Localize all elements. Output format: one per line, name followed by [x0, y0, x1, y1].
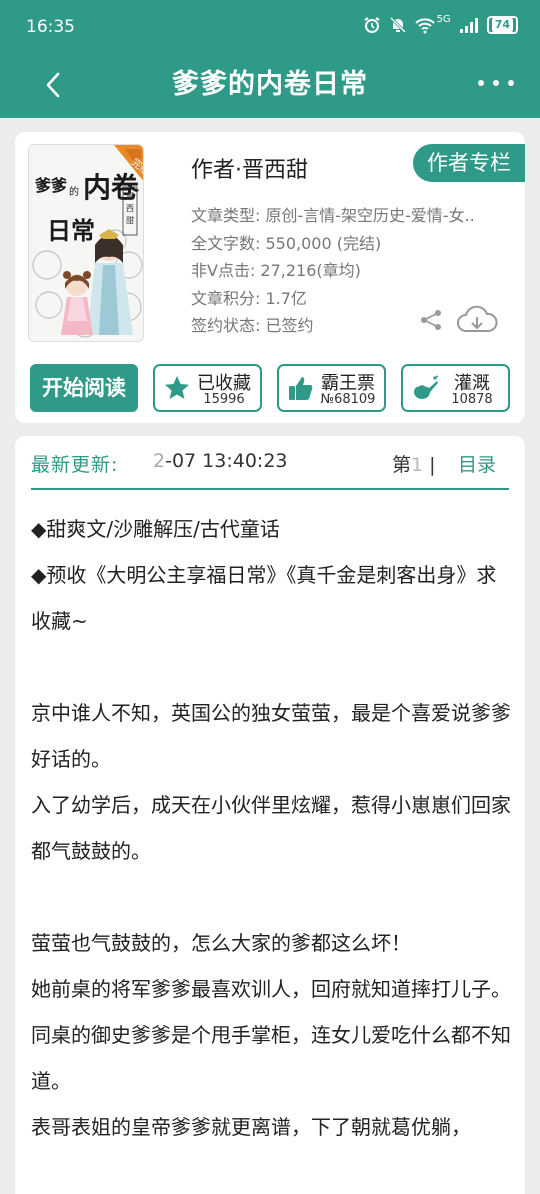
header-background: 16:35 5G 74 爹爹的内卷日常: [0, 0, 540, 118]
more-dot: [508, 80, 514, 86]
page-title: 爹爹的内卷日常: [172, 69, 368, 100]
intro-paragraph: 入了幼学后，成天在小伙伴里炫耀，惹得小崽崽们回家都气鼓鼓的。: [31, 793, 511, 863]
intro-paragraph: 同桌的御史爹爹是个甩手掌柜，连女儿爱吃什么都不知道。: [31, 1023, 511, 1093]
latest-update-label: 最新更新:: [31, 454, 119, 476]
book-detail-card: 最新更新: 2-07 13:40:23 第1 | 目录 ◆甜爽文/沙雕解压/古代…: [15, 436, 525, 1194]
info-clicks: 非Ⅴ点击: 27,216(章均): [191, 261, 361, 280]
book-cover[interactable]: 完结 爹爹 的 内卷 日常 晋 西 甜: [28, 144, 144, 342]
status-time: 16:35: [26, 17, 75, 37]
network-type: 5G: [436, 14, 451, 25]
overlord-ticket-button[interactable]: 霸王票 №68109: [277, 364, 386, 412]
more-dot: [493, 80, 499, 86]
intro-paragraph: 表哥表姐的皇帝爹爹就更离谱，下了朝就葛优躺，: [31, 1115, 471, 1139]
irrigate-count: 10878: [451, 392, 493, 407]
wifi-icon: [414, 18, 435, 34]
chapter-prefix: 第: [392, 454, 412, 476]
status-icons: 5G 74: [363, 14, 518, 34]
download-cloud-icon[interactable]: [456, 305, 498, 335]
status-bar: 16:35 5G 74: [0, 0, 540, 54]
intro-preorder: ◆预收《大明公主享福日常》《真千金是刺客出身》求收藏~: [31, 563, 497, 633]
more-dot: [478, 80, 484, 86]
thumbs-up-icon: [289, 377, 313, 400]
overlord-ticket-count: №68109: [320, 392, 376, 407]
star-icon: [165, 376, 189, 399]
favorite-button[interactable]: 已收藏 15996: [153, 364, 262, 412]
author-column-button[interactable]: 作者专栏: [413, 144, 525, 182]
intro-tags: ◆甜爽文/沙雕解压/古代童话: [31, 517, 280, 541]
intro-paragraph: 萤萤也气鼓鼓的，怎么大家的爹都这么坏！: [31, 931, 411, 955]
nav-bar: 爹爹的内卷日常: [0, 54, 540, 118]
info-genre: 文章类型: 原创-言情-架空历史-爱情-女..: [191, 206, 475, 225]
latest-update-time-faded: 2: [153, 450, 166, 472]
latest-update-time-text: -07 13:40:23: [165, 450, 288, 472]
book-intro: ◆甜爽文/沙雕解压/古代童话 ◆预收《大明公主享福日常》《真千金是刺客出身》求收…: [31, 506, 511, 1150]
share-icon[interactable]: [419, 308, 443, 332]
start-reading-button[interactable]: 开始阅读: [30, 364, 138, 412]
battery-level: 74: [491, 18, 513, 32]
favorite-count: 15996: [203, 392, 245, 407]
svg-text:日常: 日常: [47, 217, 95, 245]
latest-update-time: 2-07 13:40:23: [153, 450, 288, 472]
signal-icon: [459, 18, 478, 33]
chapter-number-faded: 1: [411, 454, 424, 476]
book-info-card: 完结 爹爹 的 内卷 日常 晋 西 甜 作者·晋西甜 作者专栏 文章类型: 原创…: [15, 132, 525, 423]
author-name[interactable]: 作者·晋西甜: [191, 152, 308, 184]
irrigate-button[interactable]: 灌溉 10878: [401, 364, 510, 412]
latest-update-row[interactable]: 最新更新: 2-07 13:40:23 第1 | 目录: [31, 450, 509, 490]
intro-blank-line: [31, 874, 511, 920]
svg-text:的: 的: [69, 185, 79, 198]
latest-chapter-label: 第1 |: [392, 450, 436, 477]
more-icon[interactable]: [478, 68, 514, 98]
mute-bell-icon: [389, 16, 406, 34]
table-of-contents-link[interactable]: 目录: [458, 450, 496, 477]
battery-icon: 74: [486, 16, 518, 34]
svg-text:爹爹: 爹爹: [34, 176, 68, 195]
alarm-icon: [364, 17, 380, 33]
intro-blank-line: [31, 644, 511, 690]
watering-can-icon: [414, 375, 438, 399]
svg-text:甜: 甜: [126, 215, 134, 225]
intro-paragraph: 她前桌的将军爹爹最喜欢训人，回府就知道摔打儿子。: [31, 977, 511, 1001]
info-word-count: 全文字数: 550,000 (完结): [191, 233, 382, 253]
chapter-suffix: |: [429, 454, 436, 476]
svg-text:西: 西: [126, 204, 134, 213]
svg-text:晋: 晋: [126, 192, 134, 201]
intro-paragraph: 京中谁人不知，英国公的独女萤萤，最是个喜爱说爹爹好话的。: [31, 701, 511, 771]
cover-illustration: 完结 爹爹 的 内卷 日常 晋 西 甜: [29, 145, 143, 341]
